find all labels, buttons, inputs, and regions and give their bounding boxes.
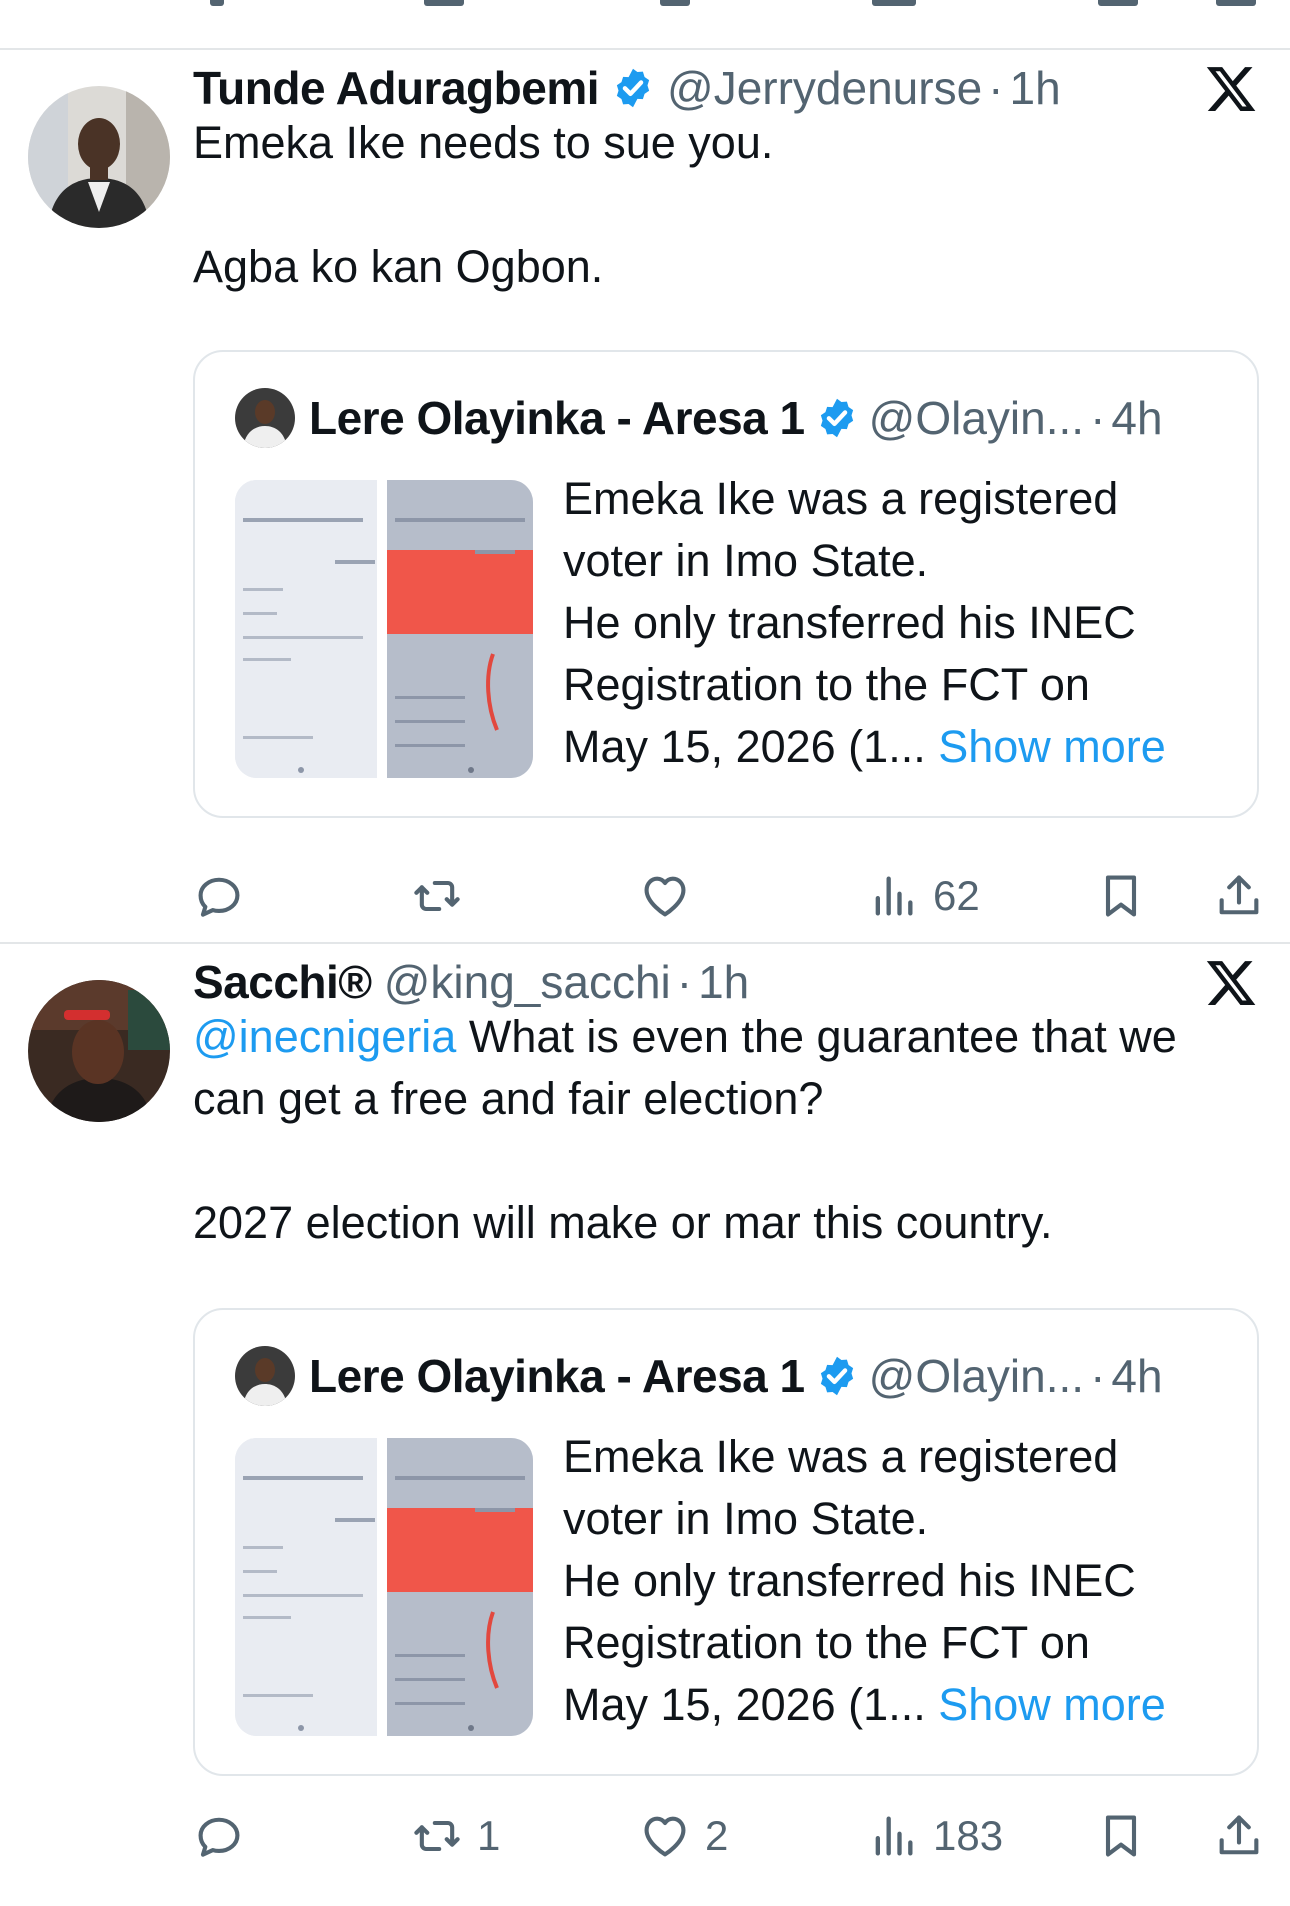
reply-button[interactable] (193, 866, 259, 926)
tweet-actions: 1 2 183 (193, 1806, 1273, 1866)
tweet-text-line: 2027 election will make or mar this coun… (193, 1197, 1053, 1248)
like-icon (644, 876, 686, 917)
views-button[interactable]: 183 (867, 1806, 1003, 1866)
repost-count: 1 (477, 1812, 501, 1859)
quoted-text-line: Registration to the FCT on (563, 1617, 1090, 1668)
quoted-author-name: Lere Olayinka - Aresa 1 (309, 1350, 805, 1402)
quoted-tweet-text: Emeka Ike was a registered voter in Imo … (563, 468, 1243, 778)
share-button[interactable] (1213, 1806, 1265, 1866)
author-name[interactable]: Sacchi® (193, 955, 372, 1009)
quoted-timestamp: 4h (1111, 392, 1163, 444)
views-count: 183 (933, 1812, 1004, 1859)
quoted-tweet-header: Lere Olayinka - Aresa 1 @Olayin... · 4h (235, 1346, 1163, 1406)
tweet-text: @inecnigeria What is even the guarantee … (193, 1006, 1253, 1254)
quoted-text-line: Emeka Ike was a registered (563, 473, 1119, 524)
tweet-header: Sacchi® @king_sacchi · 1h (193, 952, 749, 1012)
timeline: Tunde Aduragbemi @Jerrydenurse · 1h Emek… (0, 0, 1290, 1906)
bookmark-button[interactable] (1095, 1806, 1147, 1866)
repost-button[interactable] (411, 866, 477, 926)
quoted-author-handle: @Olayin... (868, 1350, 1085, 1402)
mention-link[interactable]: @inecnigeria (193, 1011, 456, 1062)
quoted-text-line: Emeka Ike was a registered (563, 1431, 1119, 1482)
tweet-text: Emeka Ike needs to sue you. Agba ko kan … (193, 112, 1253, 298)
quoted-author-name: Lere Olayinka - Aresa 1 (309, 392, 805, 444)
quoted-avatar (235, 1346, 295, 1406)
quoted-tweet[interactable]: Lere Olayinka - Aresa 1 @Olayin... · 4h (193, 350, 1259, 818)
share-button[interactable] (1213, 866, 1265, 926)
x-logo-icon (1204, 956, 1258, 1010)
author-handle[interactable]: @king_sacchi (384, 955, 671, 1009)
tweet-text-line: can get a free and fair election? (193, 1073, 824, 1124)
verified-badge-icon (616, 68, 650, 108)
views-icon (875, 876, 913, 916)
show-more-link[interactable]: Show more (938, 721, 1166, 772)
avatar[interactable] (28, 980, 170, 1122)
timestamp[interactable]: 1h (698, 955, 749, 1009)
tweet-text-line: Agba ko kan Ogbon. (193, 241, 604, 292)
reply-icon (198, 877, 240, 917)
tweet-header: Tunde Aduragbemi @Jerrydenurse · 1h (193, 58, 1061, 118)
quoted-tweet-header: Lere Olayinka - Aresa 1 @Olayin... · 4h (235, 388, 1163, 448)
like-count: 2 (705, 1812, 729, 1859)
repost-button[interactable]: 1 (411, 1806, 500, 1866)
quoted-text-line: May 15, 2026 (1... (563, 721, 926, 772)
quoted-timestamp: 4h (1111, 1350, 1163, 1402)
separator-dot: · (1090, 392, 1106, 444)
timestamp[interactable]: 1h (1009, 61, 1060, 115)
quoted-author-handle: @Olayin... (868, 392, 1085, 444)
like-button[interactable] (639, 866, 705, 926)
quoted-media-thumbnail[interactable] (235, 1438, 533, 1736)
tweet-actions: 62 (193, 866, 1273, 926)
bookmark-icon (1105, 875, 1137, 917)
quoted-tweet[interactable]: Lere Olayinka - Aresa 1 @Olayin... · 4h (193, 1308, 1259, 1776)
separator-dot: · (1090, 1350, 1106, 1402)
separator-dot: · (676, 956, 693, 1008)
quoted-text-line: voter in Imo State. (563, 535, 929, 586)
repost-icon (414, 1820, 460, 1852)
quoted-text-line: He only transferred his INEC (563, 597, 1136, 648)
share-icon (1219, 875, 1259, 915)
author-handle[interactable]: @Jerrydenurse (667, 61, 982, 115)
tweet-text-line: What is even the guarantee that we (468, 1011, 1177, 1062)
author-name[interactable]: Tunde Aduragbemi (193, 61, 600, 115)
views-button[interactable]: 62 (867, 866, 980, 926)
show-more-link[interactable]: Show more (938, 1679, 1166, 1730)
tweet[interactable]: Tunde Aduragbemi @Jerrydenurse · 1h Emek… (0, 50, 1290, 942)
previous-tweet-actions-fragment (0, 0, 1290, 48)
like-button[interactable]: 2 (639, 1806, 728, 1866)
quoted-avatar (235, 388, 295, 448)
separator-dot: · (988, 62, 1004, 114)
verified-badge-icon (820, 1356, 853, 1396)
bookmark-button[interactable] (1095, 866, 1147, 926)
quoted-text-line: Registration to the FCT on (563, 659, 1090, 710)
avatar[interactable] (28, 86, 170, 228)
share-icon (1219, 1815, 1259, 1855)
quoted-media-thumbnail[interactable] (235, 480, 533, 778)
tweet-text-line: Emeka Ike needs to sue you. (193, 117, 774, 168)
views-count: 62 (933, 872, 980, 919)
verified-badge-icon (820, 398, 853, 438)
tweet[interactable]: Sacchi® @king_sacchi · 1h @inecnigeria W… (0, 944, 1290, 1906)
bookmark-icon (1105, 1815, 1137, 1857)
reply-button[interactable] (193, 1806, 259, 1866)
quoted-tweet-text: Emeka Ike was a registered voter in Imo … (563, 1426, 1243, 1736)
views-icon (875, 1816, 913, 1856)
quoted-text-line: May 15, 2026 (1... (563, 1679, 926, 1730)
reply-icon (198, 1817, 240, 1857)
quoted-text-line: He only transferred his INEC (563, 1555, 1136, 1606)
x-logo-icon (1204, 62, 1258, 116)
quoted-text-line: voter in Imo State. (563, 1493, 929, 1544)
repost-icon (414, 880, 460, 912)
like-icon (644, 1816, 686, 1857)
